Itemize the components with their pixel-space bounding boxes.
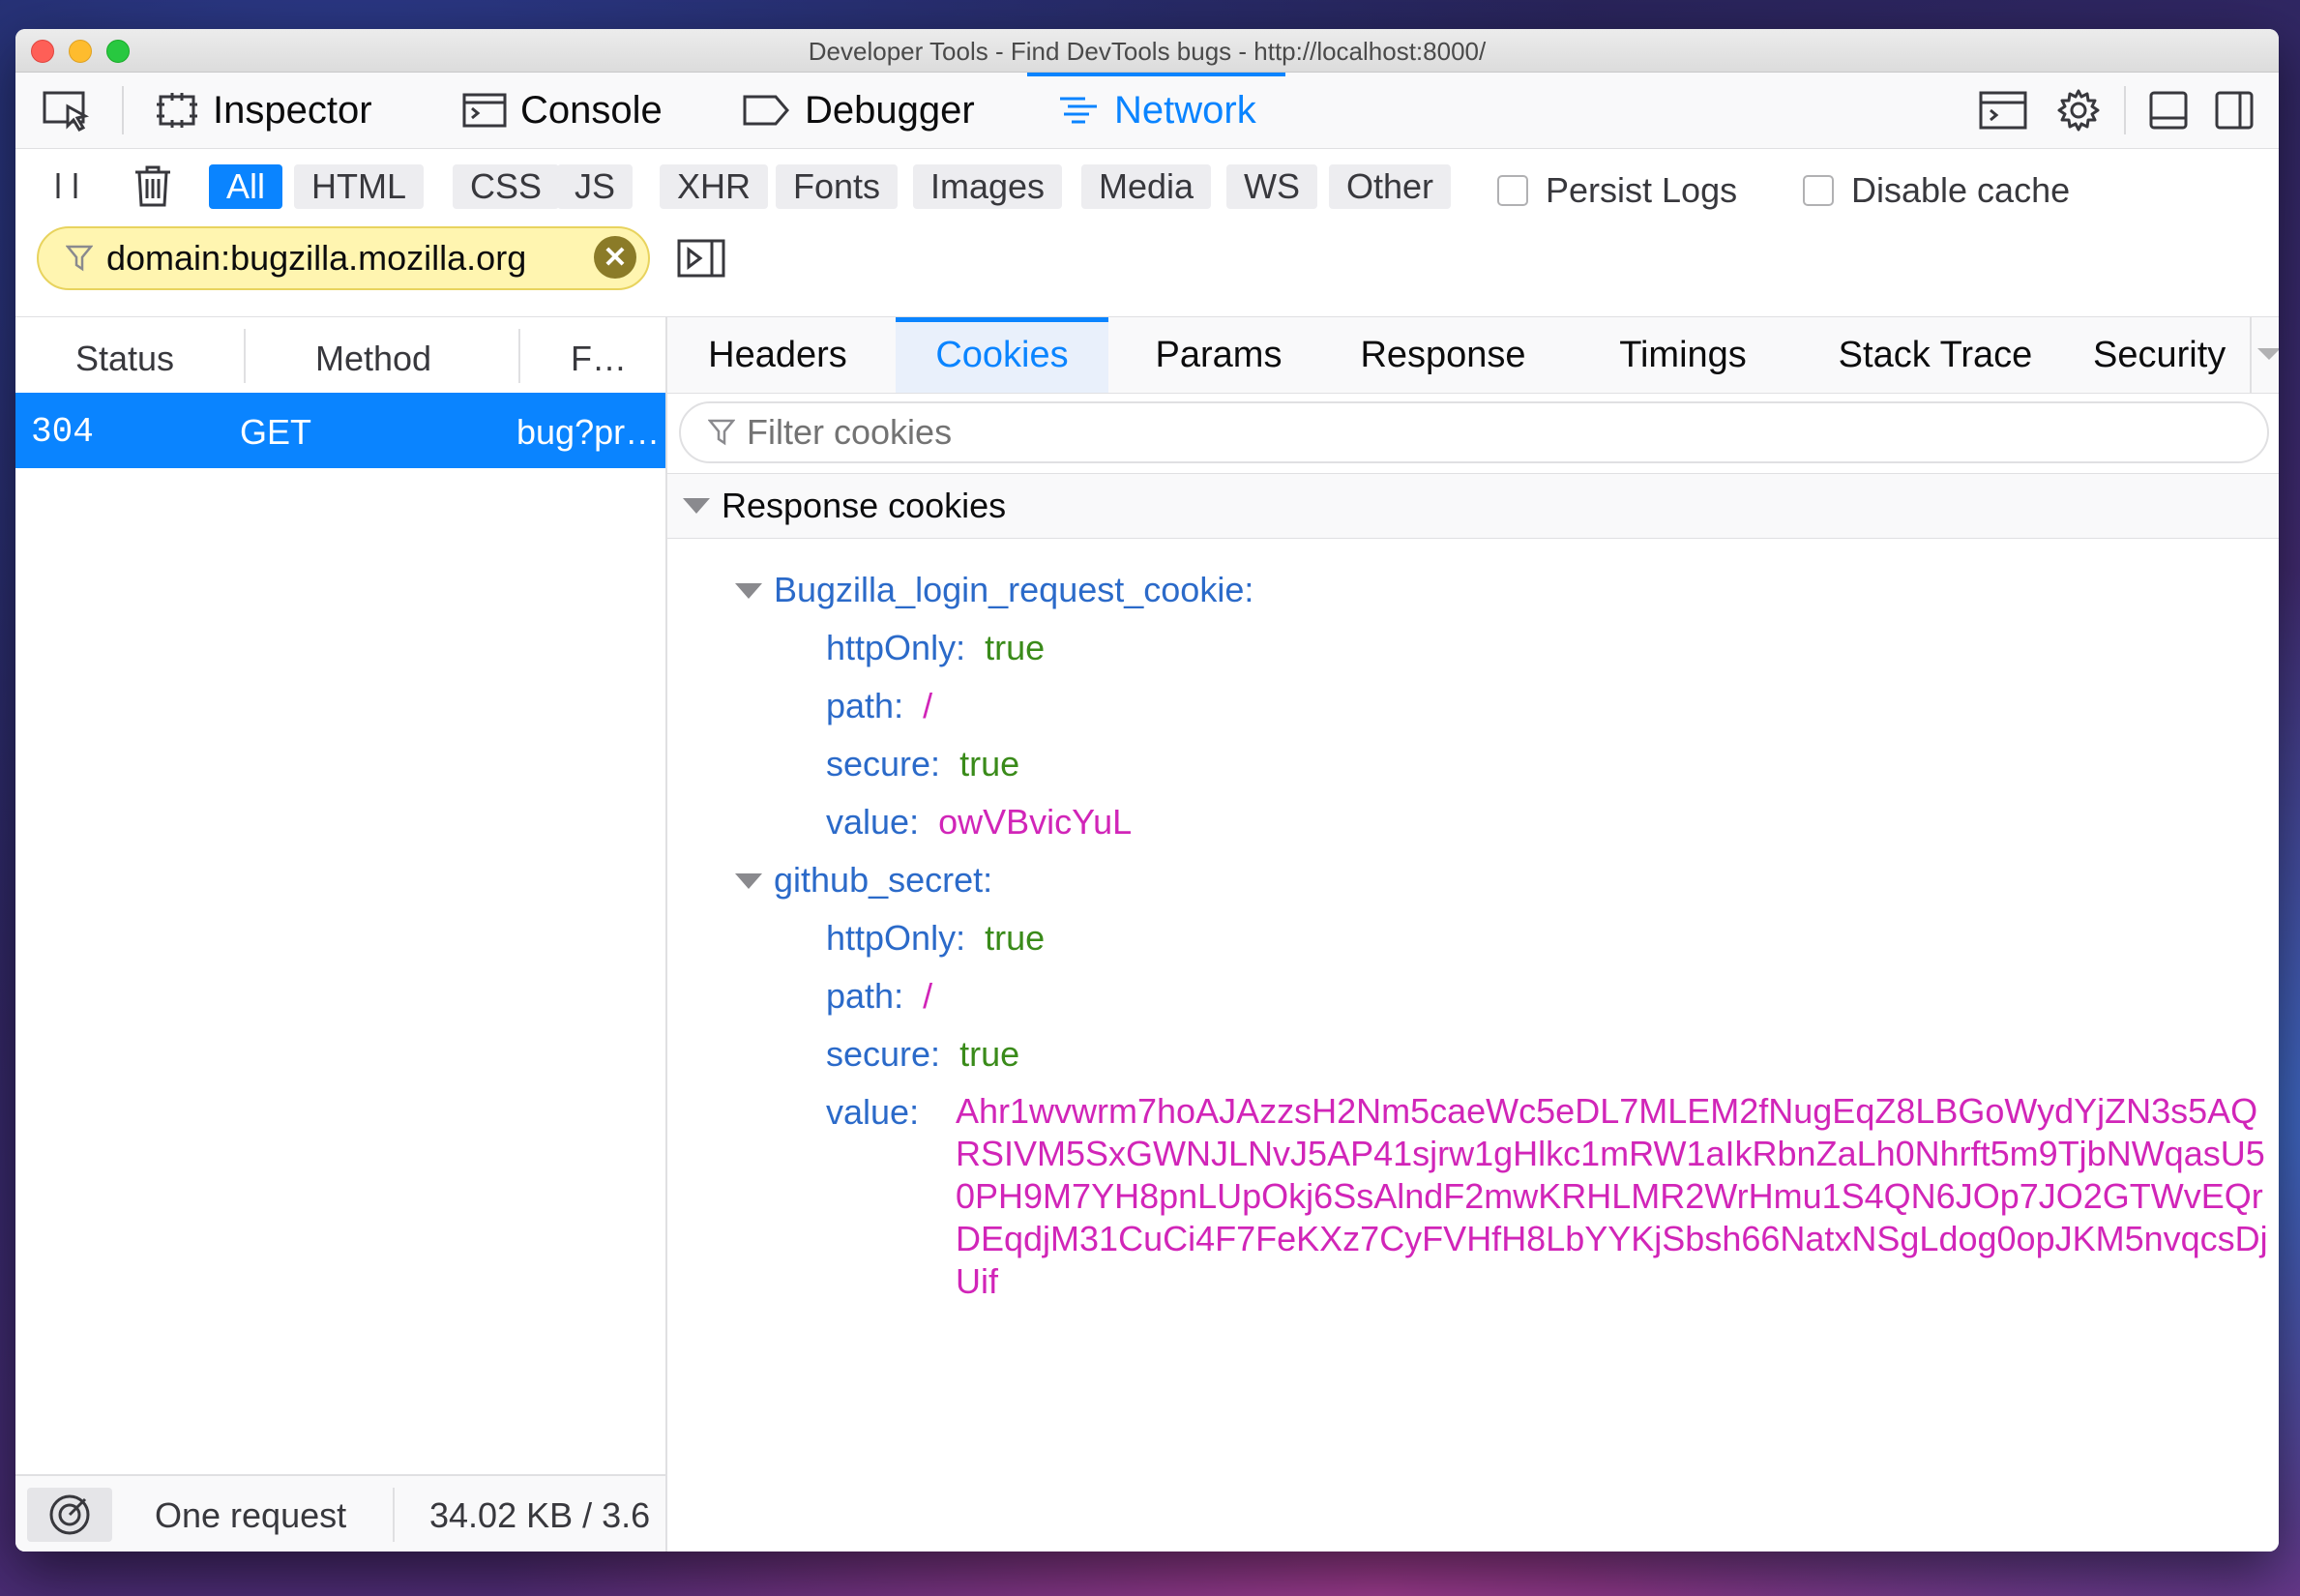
- section-title: Response cookies: [722, 486, 1007, 525]
- pause-icon: [52, 169, 81, 202]
- request-status: 304: [31, 412, 94, 452]
- response-cookies-section[interactable]: Response cookies: [667, 473, 2279, 539]
- performance-analysis-button[interactable]: [27, 1488, 112, 1542]
- cookie-property: path: /: [826, 976, 933, 1016]
- cookie-property: httpOnly: true: [826, 628, 1046, 667]
- tab-params[interactable]: Params: [1122, 317, 1315, 393]
- filter-all[interactable]: All: [209, 164, 283, 209]
- tabs-overflow-chevron-icon[interactable]: [2257, 348, 2279, 362]
- tab-debugger-label: Debugger: [805, 88, 975, 132]
- url-filter-input[interactable]: domain:bugzilla.mozilla.org ✕: [37, 226, 650, 290]
- tab-console[interactable]: Console: [462, 73, 663, 148]
- cookie-property: httpOnly: true: [826, 918, 1046, 958]
- gear-icon: [2056, 88, 2101, 133]
- request-count: One request: [155, 1495, 347, 1535]
- filter-icon: [708, 418, 735, 447]
- dock-bottom-button[interactable]: [2149, 73, 2188, 148]
- expand-triangle-icon[interactable]: [735, 873, 762, 889]
- cookie-value-key: value:: [826, 1092, 920, 1132]
- cookie-filter-input[interactable]: Filter cookies: [679, 401, 2269, 463]
- toolbox-bar: Inspector Console Debugger Network: [15, 73, 2279, 149]
- settings-button[interactable]: [2056, 73, 2101, 148]
- tab-network[interactable]: Network: [1027, 73, 1285, 148]
- element-picker-icon: [43, 89, 93, 132]
- split-console-icon: [1979, 89, 2027, 132]
- request-method: GET: [240, 412, 312, 452]
- expand-triangle-icon[interactable]: [735, 583, 762, 599]
- request-details-pane: Headers Cookies Params Response Timings …: [667, 316, 2279, 1552]
- element-picker-button[interactable]: [43, 73, 93, 148]
- tab-timings[interactable]: Timings: [1571, 317, 1795, 393]
- inspector-icon: [155, 91, 199, 130]
- transfer-size: 34.02 KB / 3.6: [429, 1495, 651, 1535]
- filter-images[interactable]: Images: [913, 164, 1063, 209]
- cookie-value: Ahr1wvwrm7hoAJAzzsH2Nm5caeWc5eDL7MLEM2fN…: [956, 1091, 2268, 1301]
- debugger-icon: [741, 91, 791, 130]
- console-icon: [462, 91, 507, 130]
- persist-logs-label: Persist Logs: [1546, 170, 1738, 210]
- title-bar: Developer Tools - Find DevTools bugs - h…: [15, 29, 2279, 73]
- tab-response[interactable]: Response: [1317, 317, 1569, 393]
- filter-media[interactable]: Media: [1081, 164, 1212, 209]
- network-icon: [1056, 91, 1101, 130]
- tab-cookies[interactable]: Cookies: [896, 317, 1108, 393]
- network-status-bar: One request 34.02 KB / 3.6: [15, 1474, 665, 1552]
- disable-cache-checkbox[interactable]: Disable cache: [1803, 170, 2070, 211]
- tab-security[interactable]: Security: [2093, 317, 2248, 393]
- filter-html[interactable]: HTML: [294, 164, 424, 209]
- pause-button[interactable]: [52, 149, 81, 222]
- persist-logs-box: [1497, 175, 1528, 206]
- stopwatch-icon: [46, 1492, 93, 1538]
- tab-console-label: Console: [520, 88, 663, 132]
- column-file[interactable]: F…: [571, 339, 627, 379]
- filter-css[interactable]: CSS: [453, 164, 560, 209]
- toggle-sidebar-button[interactable]: [677, 222, 725, 295]
- tab-network-label: Network: [1114, 88, 1256, 132]
- cookie-name[interactable]: Bugzilla_login_request_cookie:: [774, 570, 1253, 610]
- request-list-pane: Status Method F… 304 GET bug?pr… One req…: [15, 316, 667, 1552]
- cookie-property: secure: true: [826, 1034, 1020, 1074]
- sidebar-toggle-icon: [677, 239, 725, 278]
- filter-icon: [66, 244, 93, 273]
- window-title: Developer Tools - Find DevTools bugs - h…: [808, 37, 1487, 66]
- tab-stack-trace[interactable]: Stack Trace: [1805, 317, 2066, 393]
- cookie-property: secure: true: [826, 744, 1020, 783]
- details-tab-bar: Headers Cookies Params Response Timings …: [667, 316, 2279, 394]
- disable-cache-label: Disable cache: [1851, 170, 2071, 210]
- tab-inspector[interactable]: Inspector: [155, 73, 372, 148]
- clear-requests-button[interactable]: [133, 149, 172, 222]
- devtools-window: Developer Tools - Find DevTools bugs - h…: [15, 29, 2279, 1552]
- request-list-header: Status Method F…: [15, 316, 665, 394]
- filter-ws[interactable]: WS: [1226, 164, 1317, 209]
- persist-logs-checkbox[interactable]: Persist Logs: [1497, 170, 1737, 211]
- url-filter-value: domain:bugzilla.mozilla.org: [106, 238, 527, 278]
- column-status[interactable]: Status: [75, 339, 174, 379]
- network-filter-bar: All HTML CSS JS XHR Fonts Images Media W…: [15, 149, 2279, 222]
- dock-bottom-icon: [2149, 91, 2188, 130]
- collapse-triangle-icon[interactable]: [683, 498, 710, 514]
- column-method[interactable]: Method: [315, 339, 431, 379]
- tab-inspector-label: Inspector: [213, 88, 372, 132]
- filter-js[interactable]: JS: [557, 164, 634, 209]
- tab-debugger[interactable]: Debugger: [741, 73, 975, 148]
- cookie-filter-placeholder: Filter cookies: [747, 412, 953, 452]
- url-filter-row: domain:bugzilla.mozilla.org ✕: [15, 222, 2279, 295]
- dock-side-icon: [2215, 91, 2254, 130]
- request-file: bug?pr…: [516, 412, 661, 452]
- filter-xhr[interactable]: XHR: [660, 164, 769, 209]
- disable-cache-box: [1803, 175, 1834, 206]
- clear-filter-icon[interactable]: ✕: [594, 236, 636, 279]
- dock-side-button[interactable]: [2215, 73, 2254, 148]
- cookie-property: path: /: [826, 686, 933, 725]
- filter-fonts[interactable]: Fonts: [776, 164, 899, 209]
- tab-headers[interactable]: Headers: [667, 317, 888, 393]
- request-row[interactable]: 304 GET bug?pr…: [15, 393, 665, 468]
- cookie-name[interactable]: github_secret:: [774, 860, 992, 901]
- cookie-property: value: owVBvicYuL: [826, 802, 1133, 842]
- filter-other[interactable]: Other: [1329, 164, 1452, 209]
- trash-icon: [133, 164, 172, 207]
- split-console-button[interactable]: [1979, 73, 2027, 148]
